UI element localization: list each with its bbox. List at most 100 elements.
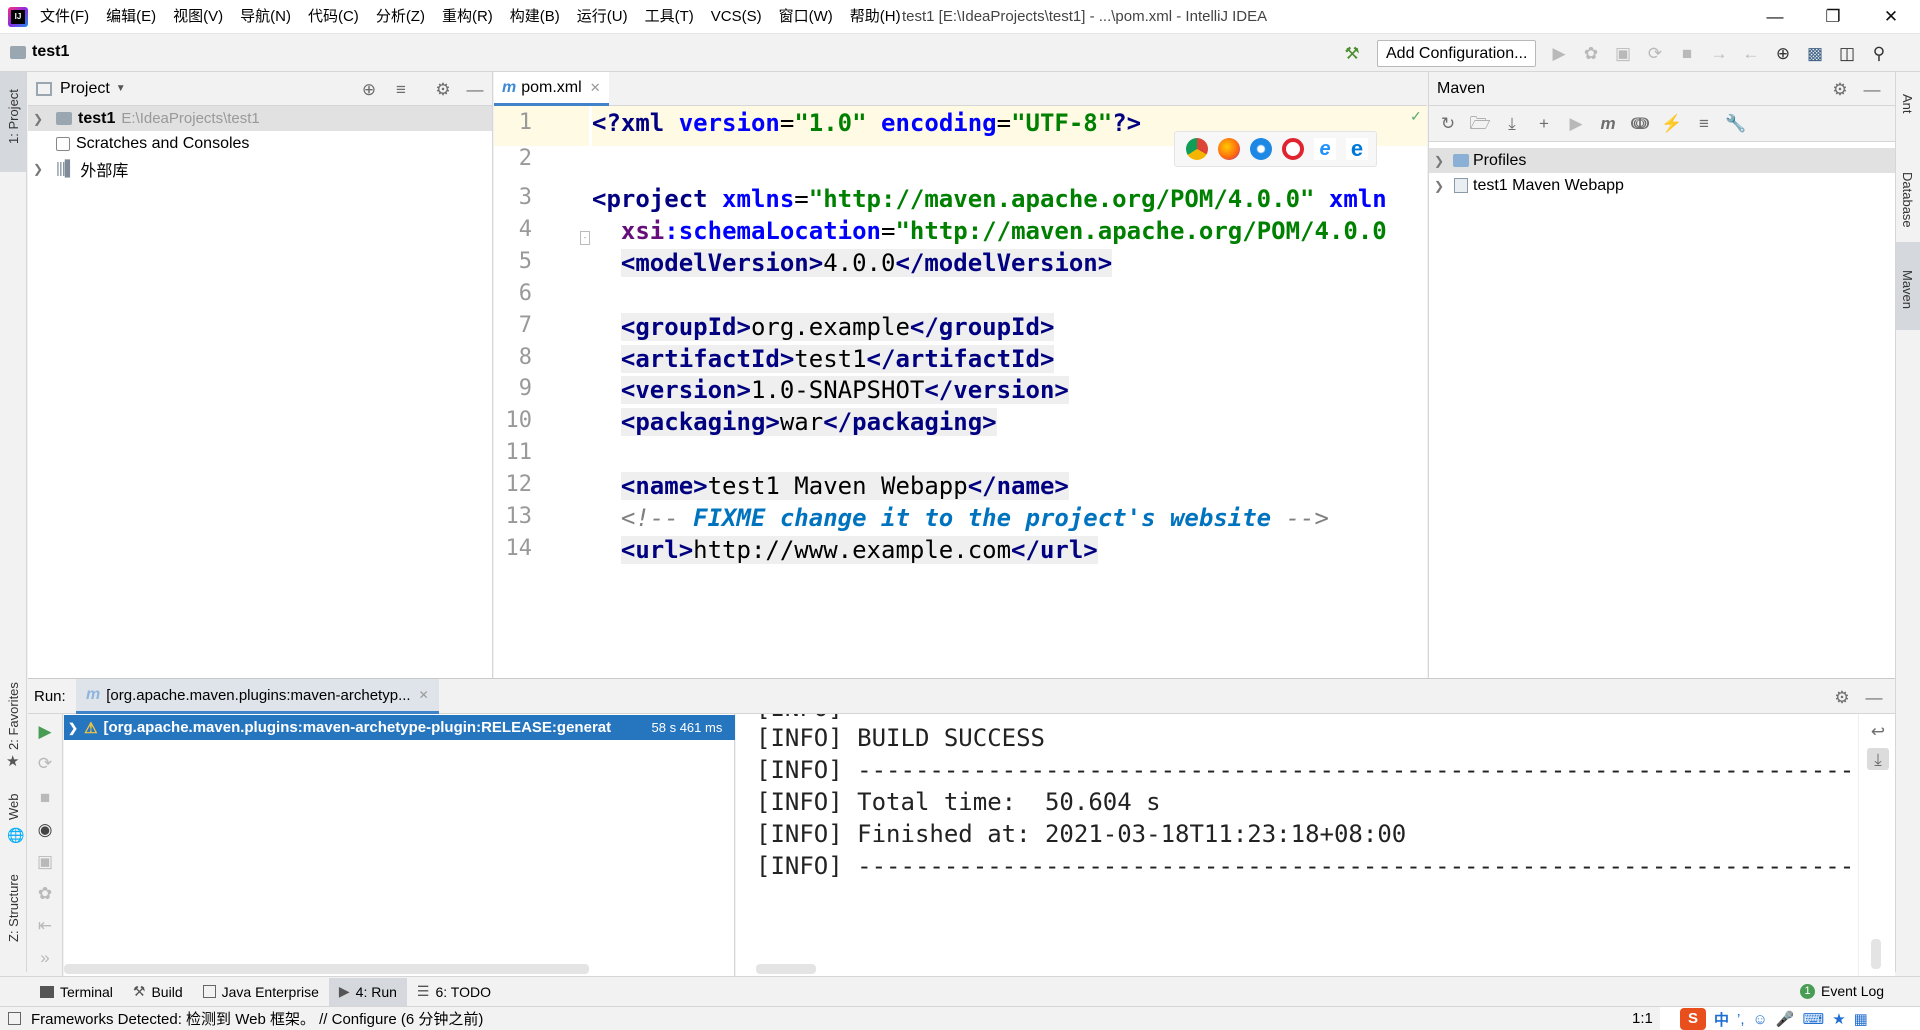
vertical-scrollbar[interactable] — [1871, 939, 1881, 969]
opera-icon[interactable] — [1282, 138, 1304, 160]
run-icon[interactable]: ▶ — [1565, 113, 1587, 135]
menu-refactor[interactable]: 重构(R) — [442, 0, 493, 34]
tab-build[interactable]: ⚒ Build — [123, 978, 193, 1006]
menu-view[interactable]: 视图(V) — [173, 0, 223, 34]
maven-item-project[interactable]: ❯ test1 Maven Webapp — [1429, 173, 1895, 198]
database-stripe-label[interactable]: Database — [1900, 172, 1915, 228]
debug-icon[interactable]: ✿ — [1580, 42, 1602, 64]
breadcrumb[interactable]: test1 — [32, 43, 69, 61]
collapse-all-icon[interactable]: ≡ — [390, 78, 412, 100]
toggle-tool-windows-icon[interactable] — [8, 1012, 21, 1025]
internet-explorer-icon[interactable]: e — [1314, 138, 1336, 160]
search-structure-icon[interactable]: ⊕ — [1772, 42, 1794, 64]
tree-item-external-libraries[interactable]: ❯ |||▌ 外部库 — [28, 156, 492, 181]
search-icon[interactable]: ⚲ — [1868, 42, 1890, 64]
build-hammer-icon[interactable]: ⚒ — [1341, 42, 1363, 64]
add-folder-icon[interactable]: 🗁 — [1469, 113, 1491, 135]
tab-run[interactable]: ▶ 4: Run — [328, 977, 407, 1006]
structure-stripe-label[interactable]: Z: Structure — [6, 874, 21, 942]
forward-icon[interactable]: → — [1708, 42, 1730, 64]
run-tree-item[interactable]: ❯ ⚠ [org.apache.maven.plugins:maven-arch… — [64, 715, 735, 740]
hide-icon[interactable]: — — [464, 78, 486, 100]
debug-icon[interactable]: ✿ — [34, 882, 56, 904]
inspection-ok-icon[interactable]: ✓ — [1410, 108, 1422, 125]
maven-item-profiles[interactable]: ❯ Profiles — [1429, 148, 1895, 173]
rerun-icon[interactable]: ▶ — [34, 720, 56, 742]
toolbox-icon[interactable]: ▦ — [1854, 1010, 1868, 1028]
run-icon[interactable]: ▶ — [1548, 42, 1570, 64]
gear-icon[interactable]: ⚙ — [432, 78, 454, 100]
eye-icon[interactable]: ◉ — [34, 818, 56, 840]
hide-icon[interactable]: — — [1863, 686, 1885, 708]
download-icon[interactable]: ⤓ — [1501, 113, 1523, 135]
chevron-down-icon[interactable]: ▼ — [116, 83, 126, 94]
add-configuration-button[interactable]: Add Configuration... — [1377, 40, 1537, 67]
restore-button[interactable]: ❐ — [1810, 0, 1856, 34]
stop-icon[interactable]: ■ — [1676, 42, 1698, 64]
wrench-icon[interactable]: 🔧 — [1725, 113, 1747, 135]
chevron-right-icon[interactable]: ❯ — [28, 112, 48, 126]
export-icon[interactable]: ⇤ — [34, 914, 56, 936]
horizontal-scrollbar[interactable] — [756, 964, 816, 974]
ant-stripe-label[interactable]: Ant — [1900, 94, 1915, 114]
chevron-right-icon[interactable]: ❯ — [68, 721, 78, 735]
menu-navigate[interactable]: 导航(N) — [240, 0, 291, 34]
more-icon[interactable]: » — [34, 946, 56, 968]
camera-icon[interactable]: ▣ — [34, 850, 56, 872]
web-stripe-label[interactable]: Web — [6, 794, 21, 821]
tab-event-log[interactable]: 1 Event Log — [1790, 977, 1894, 1005]
close-tab-icon[interactable]: ✕ — [419, 688, 429, 702]
caret-position[interactable]: 1:1 — [1632, 1010, 1653, 1027]
project-structure-icon[interactable]: ▩ — [1804, 42, 1826, 64]
menu-build[interactable]: 构建(B) — [510, 0, 560, 34]
stop-icon[interactable]: ■ — [34, 786, 56, 808]
locate-icon[interactable]: ⊕ — [358, 78, 380, 100]
chrome-icon[interactable] — [1186, 138, 1208, 160]
keyboard-icon[interactable]: ⌨ — [1803, 1010, 1825, 1028]
punctuation-icon[interactable]: ’, — [1737, 1011, 1745, 1028]
maven-goal-icon[interactable]: m — [1597, 113, 1619, 135]
tab-terminal[interactable]: Terminal — [30, 978, 123, 1006]
maven-stripe-button[interactable]: Maven — [1896, 242, 1920, 330]
rerun-failed-icon[interactable]: ⟳ — [34, 752, 56, 774]
tab-todo[interactable]: ☰ 6: TODO — [407, 978, 501, 1006]
project-stripe-button[interactable]: 1: Project — [0, 72, 26, 172]
profile-icon[interactable]: ⟳ — [1644, 42, 1666, 64]
chevron-right-icon[interactable]: ❯ — [1429, 179, 1449, 193]
close-tab-icon[interactable]: ✕ — [590, 80, 601, 96]
tab-pom-xml[interactable]: m pom.xml ✕ — [494, 72, 609, 106]
menu-vcs[interactable]: VCS(S) — [711, 0, 762, 34]
favorites-stripe-label[interactable]: 2: Favorites — [6, 682, 21, 750]
console-output[interactable]: [INFO] [INFO] BUILD SUCCESS [INFO] -----… — [736, 714, 1895, 976]
chevron-right-icon[interactable]: ❯ — [1429, 154, 1449, 168]
emoji-icon[interactable]: ☺ — [1753, 1011, 1768, 1028]
fold-marker-icon[interactable]: - — [580, 231, 590, 245]
menu-help[interactable]: 帮助(H) — [850, 0, 901, 34]
status-message[interactable]: Frameworks Detected: 检测到 Web 框架。 // Conf… — [31, 1008, 483, 1029]
chevron-right-icon[interactable]: ❯ — [28, 162, 48, 176]
edge-icon[interactable]: e — [1346, 138, 1368, 160]
hide-icon[interactable]: — — [1861, 78, 1883, 100]
safari-icon[interactable] — [1250, 138, 1272, 160]
tab-java-enterprise[interactable]: Java Enterprise — [193, 978, 329, 1006]
coverage-icon[interactable]: ▣ — [1612, 42, 1634, 64]
minimize-button[interactable]: — — [1752, 0, 1798, 34]
collapse-all-icon[interactable]: ≡ — [1693, 113, 1715, 135]
sogou-logo-icon[interactable]: S — [1680, 1008, 1706, 1030]
skin-icon[interactable]: ★ — [1832, 1010, 1845, 1028]
horizontal-scrollbar[interactable] — [64, 964, 589, 974]
menu-file[interactable]: 文件(F) — [40, 0, 89, 34]
menu-analyze[interactable]: 分析(Z) — [376, 0, 425, 34]
menu-code[interactable]: 代码(C) — [308, 0, 359, 34]
menu-run[interactable]: 运行(U) — [577, 0, 628, 34]
menu-tools[interactable]: 工具(T) — [645, 0, 694, 34]
microphone-icon[interactable]: 🎤 — [1776, 1010, 1795, 1028]
tree-item-test1[interactable]: ❯ test1 E:\IdeaProjects\test1 — [28, 106, 492, 131]
skip-tests-icon[interactable]: ⚡ — [1661, 113, 1683, 135]
gear-icon[interactable]: ⚙ — [1831, 686, 1853, 708]
plus-icon[interactable]: + — [1533, 113, 1555, 135]
toggle-offline-icon[interactable]: ↈ — [1629, 113, 1651, 135]
menu-edit[interactable]: 编辑(E) — [106, 0, 156, 34]
firefox-icon[interactable] — [1218, 138, 1240, 160]
code-area[interactable]: <?xml version="1.0" encoding="UTF-8"?> <… — [592, 106, 1427, 678]
